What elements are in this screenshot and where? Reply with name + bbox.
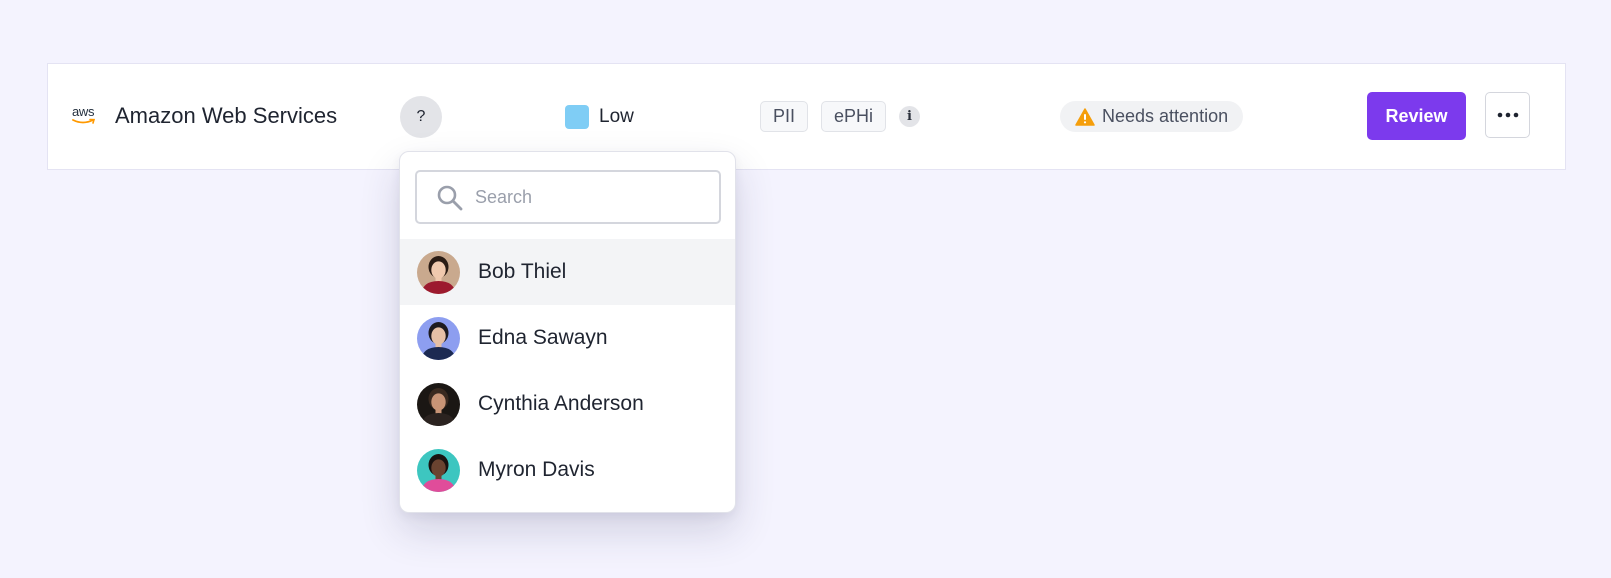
warning-icon xyxy=(1075,107,1095,126)
aws-logo-icon: aws xyxy=(72,104,98,128)
avatar xyxy=(417,250,460,294)
vendor-row: aws Amazon Web Services ? Low PII ePHi i… xyxy=(47,63,1566,170)
risk-label: Low xyxy=(599,106,634,127)
user-name: Cynthia Anderson xyxy=(478,392,644,415)
user-name: Myron Davis xyxy=(478,458,595,481)
search-field[interactable] xyxy=(415,170,721,224)
avatar xyxy=(417,448,460,492)
status-badge: Needs attention xyxy=(1060,101,1244,132)
owner-dropdown: Bob Thiel Edna Sawayn Cynthia Anderson M… xyxy=(399,151,736,513)
tag-pii: PII xyxy=(760,101,809,132)
user-option[interactable]: Cynthia Anderson xyxy=(400,371,735,437)
user-option[interactable]: Edna Sawayn xyxy=(400,305,735,371)
more-horizontal-icon xyxy=(1497,112,1518,118)
tag-ephi: ePHi xyxy=(821,101,887,132)
status-label: Needs attention xyxy=(1102,106,1229,126)
aws-smile-icon xyxy=(72,118,96,124)
vendor-name: Amazon Web Services xyxy=(115,103,338,128)
avatar xyxy=(417,316,460,360)
user-name: Edna Sawayn xyxy=(478,326,608,349)
user-list: Bob Thiel Edna Sawayn Cynthia Anderson M… xyxy=(400,239,735,503)
review-button[interactable]: Review xyxy=(1367,92,1466,140)
more-options-button[interactable] xyxy=(1485,92,1530,138)
risk-color-swatch xyxy=(565,105,589,129)
avatar xyxy=(417,382,460,426)
search-icon xyxy=(437,185,463,211)
search-input[interactable] xyxy=(475,182,710,212)
info-icon[interactable]: i xyxy=(899,106,921,127)
user-option[interactable]: Myron Davis xyxy=(400,437,735,503)
user-option[interactable]: Bob Thiel xyxy=(400,239,735,305)
user-name: Bob Thiel xyxy=(478,260,567,283)
aws-logo-text: aws xyxy=(72,104,95,119)
data-tags: PII ePHi i xyxy=(760,101,921,132)
assign-owner-button[interactable]: ? xyxy=(400,96,442,138)
risk-level: Low xyxy=(565,105,634,129)
